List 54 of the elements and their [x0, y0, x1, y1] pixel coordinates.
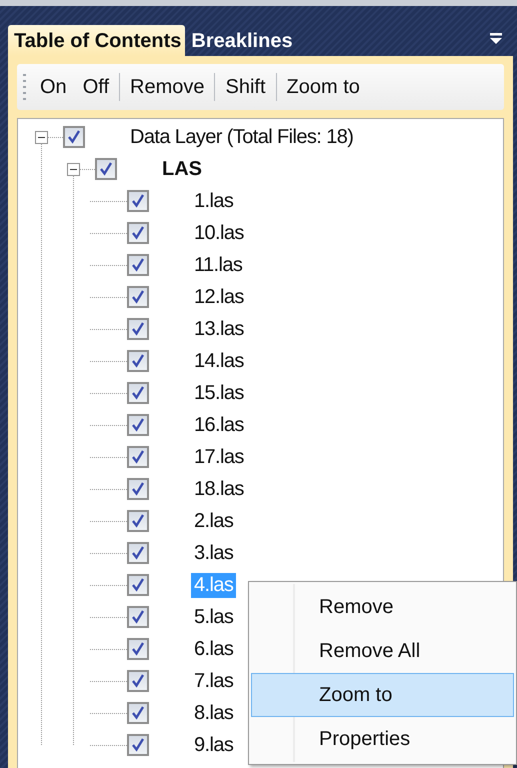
checkbox[interactable]	[95, 158, 117, 180]
checkbox[interactable]	[127, 446, 149, 468]
checkbox[interactable]	[127, 190, 149, 212]
tree-item[interactable]: 7.las	[191, 668, 236, 694]
tree-item[interactable]: 15.las	[191, 380, 247, 406]
tree-item[interactable]: LAS	[159, 156, 205, 182]
checkbox[interactable]	[127, 318, 149, 340]
checkbox[interactable]	[127, 638, 149, 660]
tree-item[interactable]: 11.las	[191, 252, 246, 278]
tab[interactable]: Breaklines	[185, 25, 297, 56]
menu-item[interactable]: Properties	[251, 717, 514, 761]
tree-item[interactable]: 5.las	[191, 604, 236, 630]
tree-item[interactable]: 2.las	[191, 508, 236, 534]
tab[interactable]: Table of Contents	[8, 25, 186, 56]
tree-item[interactable]: 18.las	[191, 476, 247, 502]
checkbox[interactable]	[127, 222, 149, 244]
checkbox[interactable]	[127, 670, 149, 692]
checkbox[interactable]	[127, 606, 149, 628]
checkbox[interactable]	[127, 286, 149, 308]
toolbar-button[interactable]: Off	[74, 72, 117, 102]
dropdown-icon[interactable]	[489, 32, 503, 46]
checkbox[interactable]	[127, 542, 149, 564]
tree-item[interactable]: 6.las	[191, 636, 236, 662]
checkbox[interactable]	[127, 382, 149, 404]
tree-item[interactable]: 17.las	[191, 444, 247, 470]
menu-item[interactable]: Zoom to	[251, 673, 514, 717]
tree-item[interactable]: 9.las	[191, 732, 236, 758]
checkbox[interactable]	[127, 702, 149, 724]
menu-item[interactable]: Remove	[251, 585, 514, 629]
tree-item[interactable]: 13.las	[191, 316, 247, 342]
checkbox[interactable]	[127, 574, 149, 596]
tree-item[interactable]: 10.las	[191, 220, 247, 246]
menu-item[interactable]: Remove All	[251, 629, 514, 673]
collapse-icon[interactable]	[35, 130, 48, 144]
tree-item[interactable]: 16.las	[191, 412, 247, 438]
tree-item[interactable]: 14.las	[191, 348, 247, 374]
checkbox[interactable]	[127, 478, 149, 500]
checkbox[interactable]	[127, 510, 149, 532]
checkbox[interactable]	[127, 254, 149, 276]
checkbox[interactable]	[127, 734, 149, 756]
tree-item[interactable]: 12.las	[191, 284, 247, 310]
collapse-icon[interactable]	[67, 162, 80, 176]
toolbar-button[interactable]: Zoom to	[278, 72, 368, 102]
tree-item[interactable]: 1.las	[191, 188, 236, 214]
toolbar-button[interactable]: Remove	[122, 72, 212, 102]
toolbar-button[interactable]: Shift	[217, 72, 274, 102]
checkbox[interactable]	[127, 350, 149, 372]
tree-item[interactable]: Data Layer (Total Files: 18)	[127, 124, 356, 150]
tree-item[interactable]: 3.las	[191, 540, 236, 566]
grip-icon[interactable]	[23, 74, 26, 100]
checkbox[interactable]	[127, 414, 149, 436]
checkbox[interactable]	[63, 126, 85, 148]
tree-item[interactable]: 8.las	[191, 700, 236, 726]
toolbar-button[interactable]: On	[32, 72, 75, 102]
